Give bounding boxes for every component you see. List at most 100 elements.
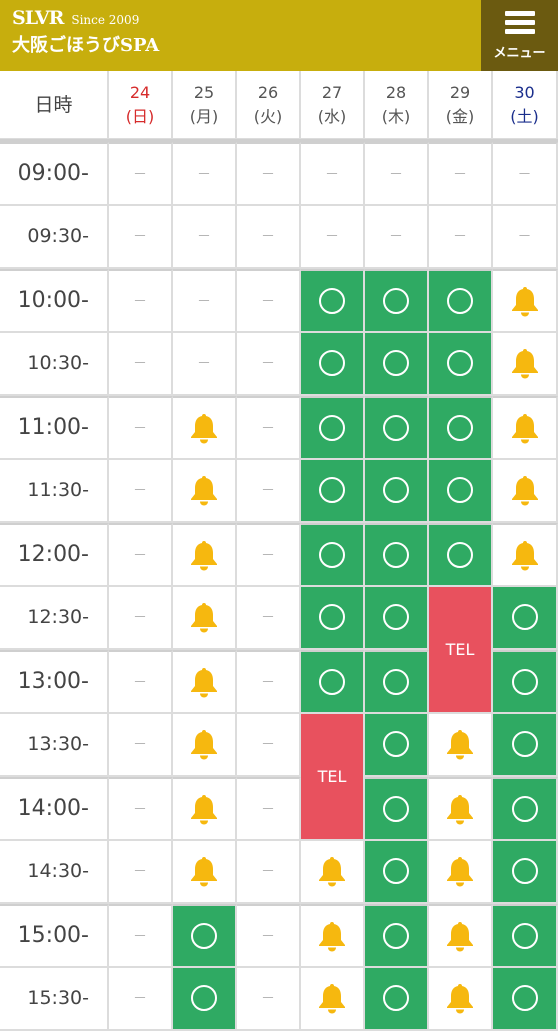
bell-icon: [510, 347, 540, 379]
day-header: 26(火): [237, 71, 301, 140]
slot-available[interactable]: [493, 841, 558, 905]
time-slot-label: 13:00-: [0, 650, 109, 714]
slot-available[interactable]: [173, 904, 237, 968]
dash-mark: －: [261, 480, 275, 500]
slot-request[interactable]: [173, 396, 237, 460]
slot-request[interactable]: [493, 269, 558, 333]
slot-request[interactable]: [493, 333, 558, 397]
slot-available[interactable]: [301, 460, 365, 524]
slot-request[interactable]: [493, 396, 558, 460]
slot-available[interactable]: [365, 587, 429, 651]
slot-available[interactable]: [493, 904, 558, 968]
dash-mark: －: [325, 226, 339, 246]
slot-available[interactable]: [429, 460, 493, 524]
dash-mark: －: [133, 988, 147, 1008]
available-circle-icon: [383, 796, 409, 822]
slot-available[interactable]: [493, 587, 558, 651]
available-circle-icon: [319, 542, 345, 568]
menu-button[interactable]: メニュー: [481, 0, 558, 71]
slot-request[interactable]: [173, 460, 237, 524]
day-date: 27: [322, 81, 342, 105]
bell-icon: [445, 728, 475, 760]
slot-request[interactable]: [301, 968, 365, 1031]
slot-available[interactable]: [429, 333, 493, 397]
slot-available[interactable]: [493, 714, 558, 778]
slot-available[interactable]: [365, 968, 429, 1031]
slot-available[interactable]: [429, 523, 493, 587]
slot-request[interactable]: [429, 777, 493, 841]
day-header: 30(土): [493, 71, 558, 140]
bell-icon: [189, 855, 219, 887]
day-weekday: (月): [190, 105, 219, 129]
slot-unavailable: －: [109, 904, 173, 968]
dash-mark: －: [389, 226, 403, 246]
bell-icon: [189, 728, 219, 760]
slot-available[interactable]: [365, 904, 429, 968]
time-slot-label: 10:30-: [0, 333, 109, 397]
slot-request[interactable]: [173, 841, 237, 905]
dash-mark: －: [518, 164, 532, 184]
available-circle-icon: [512, 858, 538, 884]
slot-available[interactable]: [429, 396, 493, 460]
slot-available[interactable]: [365, 841, 429, 905]
slot-request[interactable]: [173, 650, 237, 714]
slot-available[interactable]: [301, 587, 365, 651]
slot-request[interactable]: [173, 777, 237, 841]
dash-mark: －: [261, 226, 275, 246]
slot-request[interactable]: [429, 841, 493, 905]
slot-available[interactable]: [493, 777, 558, 841]
slot-available[interactable]: [301, 269, 365, 333]
dash-mark: －: [197, 226, 211, 246]
slot-request[interactable]: [173, 523, 237, 587]
slot-available[interactable]: [493, 650, 558, 714]
slot-unavailable: －: [109, 333, 173, 397]
dash-mark: －: [133, 672, 147, 692]
available-circle-icon: [447, 350, 473, 376]
slot-request[interactable]: [429, 968, 493, 1031]
slot-available[interactable]: [301, 523, 365, 587]
slot-available[interactable]: [365, 714, 429, 778]
slot-unavailable: －: [109, 968, 173, 1031]
shop-logo[interactable]: SLVR Since 2009 大阪ごほうびSPA: [12, 7, 159, 57]
slot-available[interactable]: [173, 968, 237, 1031]
slot-request[interactable]: [429, 904, 493, 968]
slot-available[interactable]: [365, 777, 429, 841]
day-date: 25: [194, 81, 214, 105]
time-slot-label: 15:30-: [0, 968, 109, 1031]
slot-available[interactable]: [301, 333, 365, 397]
slot-available[interactable]: [365, 650, 429, 714]
time-slot-label: 09:00-: [0, 142, 109, 206]
slot-available[interactable]: [365, 460, 429, 524]
available-circle-icon: [512, 731, 538, 757]
bell-icon: [317, 920, 347, 952]
bell-icon: [317, 982, 347, 1014]
available-circle-icon: [383, 604, 409, 630]
slot-unavailable: －: [237, 968, 301, 1031]
time-slot-label: 12:30-: [0, 587, 109, 651]
slot-request[interactable]: [493, 523, 558, 587]
slot-request[interactable]: [301, 904, 365, 968]
slot-tel[interactable]: TEL: [429, 587, 493, 714]
slot-available[interactable]: [365, 523, 429, 587]
slot-available[interactable]: [429, 269, 493, 333]
slot-available[interactable]: [365, 333, 429, 397]
slot-available[interactable]: [301, 396, 365, 460]
slot-unavailable: －: [237, 396, 301, 460]
slot-request[interactable]: [429, 714, 493, 778]
logo-shop-name: 大阪ごほうびSPA: [12, 31, 159, 57]
slot-available[interactable]: [493, 968, 558, 1031]
day-weekday: (水): [318, 105, 347, 129]
slot-unavailable: －: [173, 206, 237, 270]
day-date: 30: [514, 81, 534, 105]
day-header: 27(水): [301, 71, 365, 140]
slot-request[interactable]: [173, 714, 237, 778]
slot-available[interactable]: [365, 269, 429, 333]
slot-request[interactable]: [493, 460, 558, 524]
slot-available[interactable]: [365, 396, 429, 460]
time-slot-label: 10:00-: [0, 269, 109, 333]
slot-tel[interactable]: TEL: [301, 714, 365, 841]
slot-request[interactable]: [301, 841, 365, 905]
slot-request[interactable]: [173, 587, 237, 651]
slot-unavailable: －: [109, 650, 173, 714]
slot-available[interactable]: [301, 650, 365, 714]
